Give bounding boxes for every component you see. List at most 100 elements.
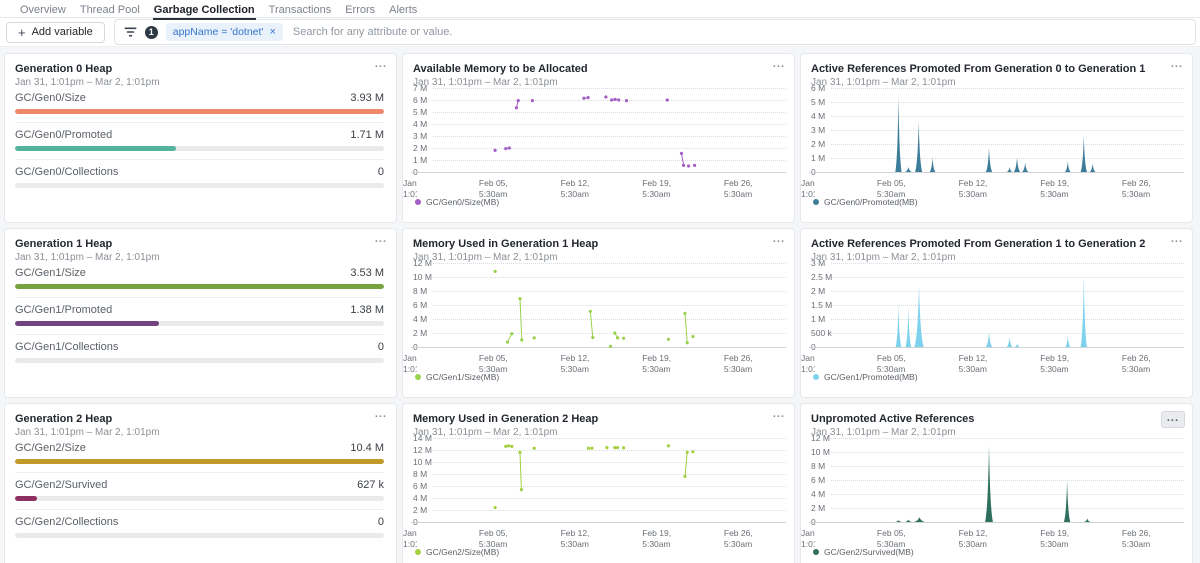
panel-available-memory-to-be-allocated: Available Memory to be AllocatedJan 31, … [402,53,795,223]
metric-bar-track [15,183,384,188]
x-tick-date: Feb 05, [877,528,906,539]
x-tick-date: Feb 19, [642,178,671,189]
y-axis-tick-label: 500 k [811,329,832,338]
filter-chip-close-icon[interactable]: × [269,27,275,38]
metric-line: GC/Gen2/Collections0 [15,516,384,528]
x-tick-date: Feb 26, [1122,528,1151,539]
tab-transactions[interactable]: Transactions [262,4,339,20]
x-tick-time: 5:30am [1122,189,1151,200]
metric-row: GC/Gen1/Collections0 [15,334,384,363]
legend-series-dot [813,374,819,380]
legend-item[interactable]: GC/Gen1/Size(MB) [415,372,499,382]
search-input[interactable] [291,25,1186,39]
panel-title: Generation 2 Heap [5,404,396,425]
panel-title: Memory Used in Generation 1 Heap [403,229,794,250]
legend-item[interactable]: GC/Gen2/Survived(MB) [813,547,914,557]
x-axis-tick-label: Feb 12,5:30am [561,353,590,375]
chart-series [433,263,788,349]
tab-garbage-collection[interactable]: Garbage Collection [147,4,262,20]
panel-menu-button[interactable]: ... [1161,411,1185,428]
add-variable-button[interactable]: + Add variable [6,22,105,43]
metric-bar-track [15,284,384,289]
x-tick-date: Feb 26, [724,178,753,189]
chart-series [831,263,1186,349]
metric-bar-fill [15,459,384,464]
x-axis-tick-label: Feb 12,5:30am [959,528,988,550]
y-axis-tick-label: 3 M [413,132,427,141]
x-tick-date: Feb 19, [1040,178,1069,189]
legend-series-dot [415,199,421,205]
metric-row: GC/Gen2/Collections0 [15,509,384,538]
panel-menu-button[interactable]: ... [773,233,785,245]
metric-line: GC/Gen1/Collections0 [15,341,384,353]
y-axis-tick-label: 4 M [811,112,825,121]
legend-series-dot [415,549,421,555]
panel-menu-button[interactable]: ... [1171,58,1183,70]
x-tick-date: Feb 26, [724,528,753,539]
x-tick-date: Feb 19, [1040,528,1069,539]
x-tick-time: 5:30am [724,364,753,375]
x-tick-date: Jan 31, [403,528,417,539]
metric-row: GC/Gen0/Promoted1.71 M [15,122,384,151]
metric-bar-fill [15,496,37,501]
panel-active-references-promoted-from-generation-1-to-generation-2: Active References Promoted From Generati… [800,228,1193,398]
x-axis-tick-label: Feb 12,5:30am [959,353,988,375]
x-axis-tick-label: Feb 12,5:30am [561,178,590,200]
legend-series-label: GC/Gen1/Promoted(MB) [824,372,918,382]
metric-line: GC/Gen1/Promoted1.38 M [15,304,384,316]
panel-menu-button[interactable]: ... [375,233,387,245]
tab-errors[interactable]: Errors [338,4,382,20]
y-axis-tick-label: 6 M [811,476,825,485]
x-tick-time: 5:30am [1040,189,1069,200]
x-axis-tick-label: Feb 19,5:30am [1040,528,1069,550]
metric-bar-fill [15,109,384,114]
panel-generation-0-heap: Generation 0 HeapJan 31, 1:01pm – Mar 2,… [4,53,397,223]
panel-menu-button[interactable]: ... [773,408,785,420]
y-axis-tick-label: 2 M [413,144,427,153]
legend-item[interactable]: GC/Gen2/Size(MB) [415,547,499,557]
panel-time-range: Jan 31, 1:01pm – Mar 2, 1:01pm [403,75,794,88]
x-tick-date: Feb 19, [1040,353,1069,364]
filter-search-box[interactable]: 1 appName = 'dotnet' × [114,19,1196,45]
tab-alerts[interactable]: Alerts [382,4,424,20]
metric-bar-track [15,496,384,501]
panel-menu-button[interactable]: ... [375,408,387,420]
panel-generation-2-heap: Generation 2 HeapJan 31, 1:01pm – Mar 2,… [4,403,397,563]
x-axis-tick-label: Feb 19,5:30am [642,528,671,550]
metric-label: GC/Gen0/Promoted [15,129,112,141]
panel-menu-button[interactable]: ... [1171,233,1183,245]
panel-menu-button[interactable]: ... [773,58,785,70]
tab-thread-pool[interactable]: Thread Pool [73,4,147,20]
panel-menu-button[interactable]: ... [375,58,387,70]
metric-value: 3.53 M [350,267,384,279]
panel-title: Active References Promoted From Generati… [801,229,1192,250]
add-variable-label: Add variable [32,26,93,38]
metric-line: GC/Gen2/Size10.4 M [15,442,384,454]
metric-bar-track [15,109,384,114]
dashboard-area: Generation 0 Heap Jan 31, 1:01pm – Mar 2,… [0,47,1200,563]
panel-title: Generation 0 Heap [5,54,396,75]
legend-series-label: GC/Gen0/Promoted(MB) [824,197,918,207]
y-axis-tick-label: 2 M [811,287,825,296]
y-axis-tick-label: 4 M [811,490,825,499]
metric-bar-fill [15,321,159,326]
filter-chip-appname[interactable]: appName = 'dotnet' × [166,23,283,41]
metric-list: GC/Gen1/Size3.53 MGC/Gen1/Promoted1.38 M… [15,261,384,363]
legend-item[interactable]: GC/Gen0/Size(MB) [415,197,499,207]
panel-time-range: Jan 31, 1:01pm – Mar 2, 1:01pm [801,250,1192,263]
metric-line: GC/Gen2/Survived627 k [15,479,384,491]
legend-item[interactable]: GC/Gen0/Promoted(MB) [813,197,918,207]
x-tick-date: Feb 12, [959,528,988,539]
panel-title: Active References Promoted From Generati… [801,54,1192,75]
panel-active-references-promoted-from-generation-0-to-generation-1: Active References Promoted From Generati… [800,53,1193,223]
tab-overview[interactable]: Overview [13,4,73,20]
chart-series [831,88,1186,174]
panel-time-range: Jan 31, 1:01pm – Mar 2, 1:01pm [801,425,1192,438]
x-tick-date: Feb 12, [561,353,590,364]
legend-item[interactable]: GC/Gen1/Promoted(MB) [813,372,918,382]
filter-chip-label: appName = 'dotnet' [173,26,264,38]
y-axis-tick-label: 4 M [413,120,427,129]
y-axis-tick-label: 12 M [413,259,432,268]
metric-list: GC/Gen0/Size3.93 MGC/Gen0/Promoted1.71 M… [15,86,384,188]
metric-bar-track [15,146,384,151]
